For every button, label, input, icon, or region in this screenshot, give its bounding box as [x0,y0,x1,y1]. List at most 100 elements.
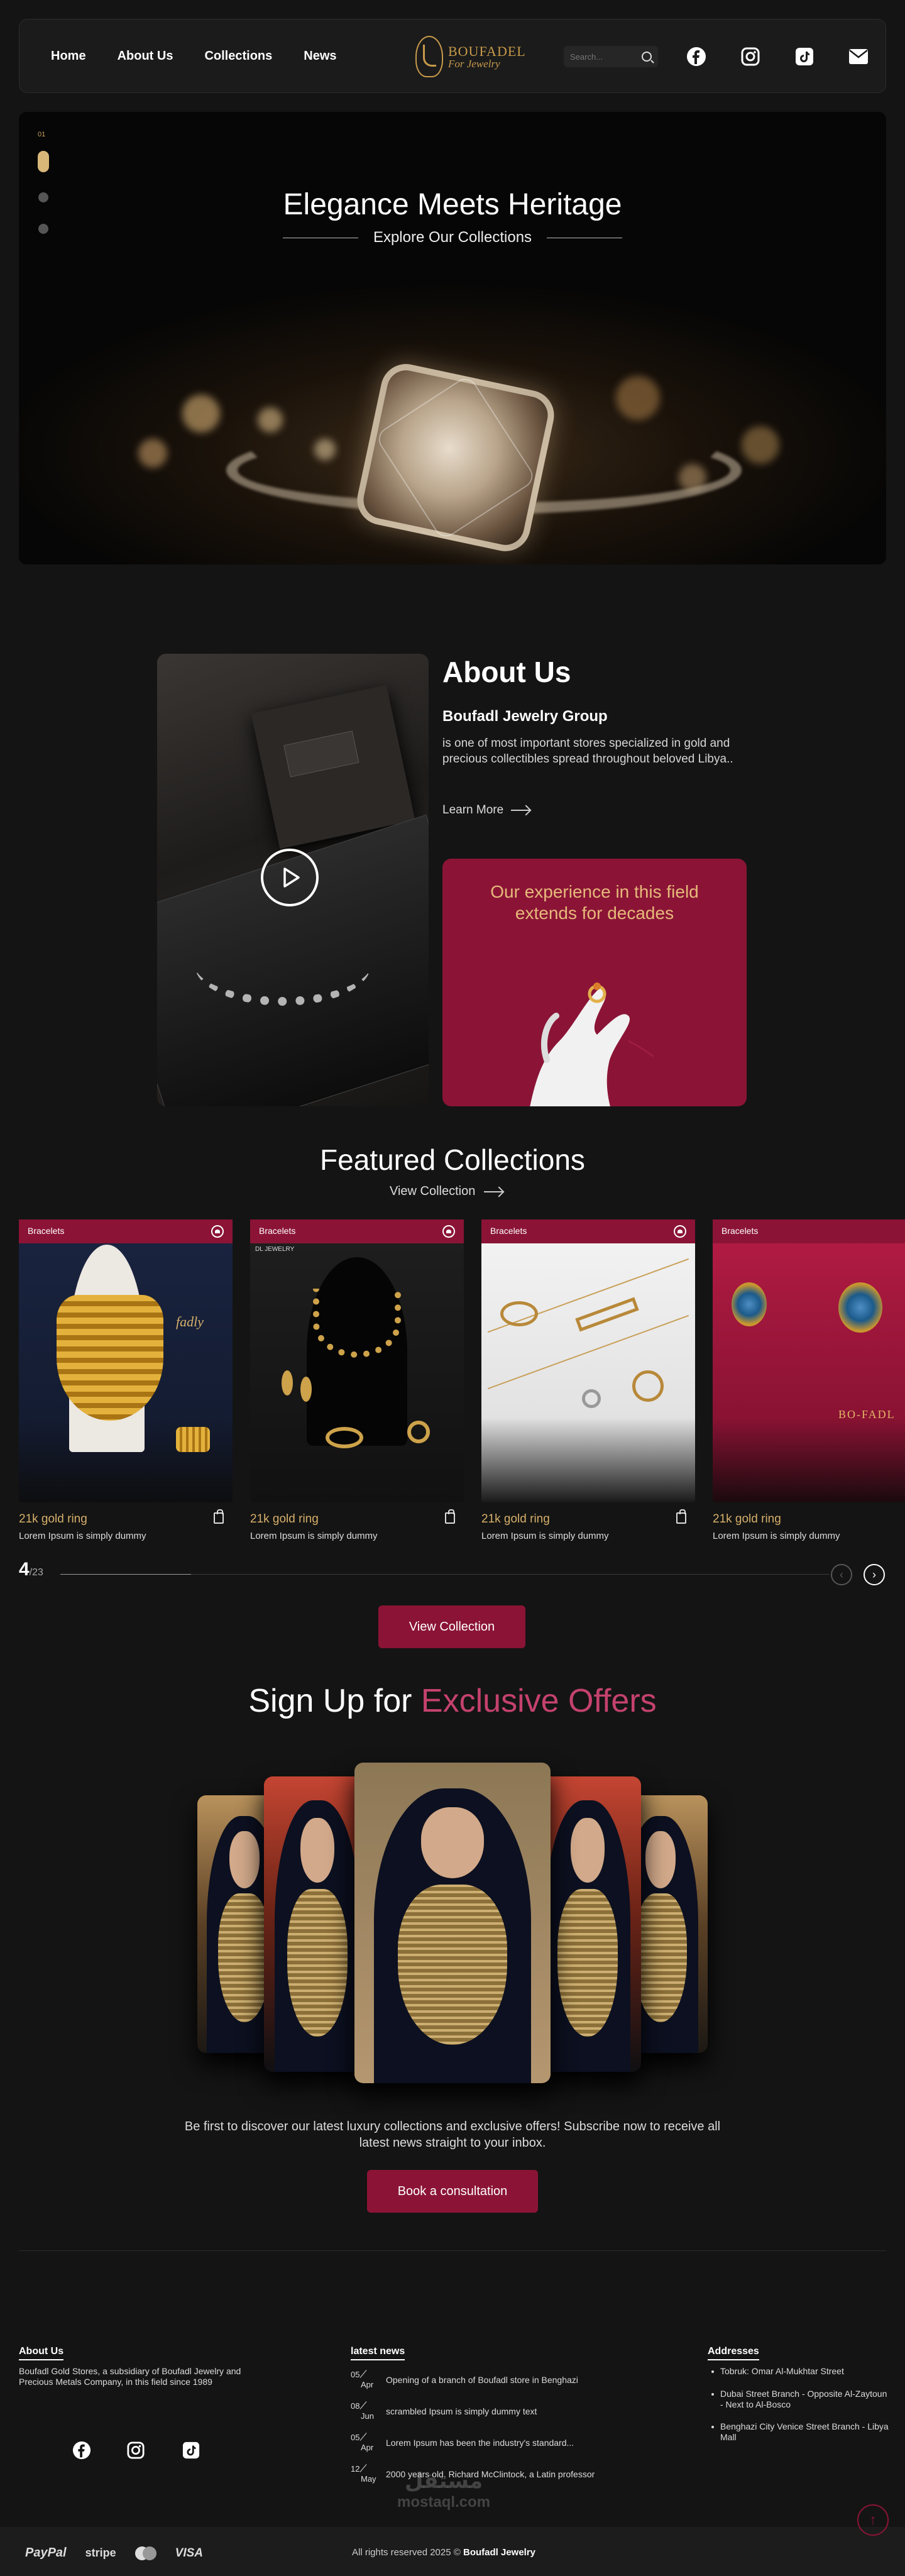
search-input[interactable] [570,52,633,62]
collection-card[interactable]: DL JEWELRY Bracelets 21k gold ring Lorem… [250,1219,464,1546]
card-tag: Bracelets [481,1219,695,1243]
collection-card[interactable]: fadly Bracelets 21k gold ring Lorem Ipsu… [19,1219,233,1546]
card-brand-label: BO-FADL [838,1408,896,1421]
view-collection-link[interactable]: View Collection [390,1184,503,1199]
news-item[interactable]: 05 Apr Opening of a branch of Boufadl sto… [351,2370,578,2390]
news-month: May [361,2474,376,2484]
card-desc: Lorem Ipsum is simply dummy [713,1531,840,1541]
footer-addresses-heading: Addresses [708,2346,759,2360]
tiktok-icon[interactable] [180,2439,202,2462]
nav-news[interactable]: News [304,49,336,63]
play-icon[interactable] [261,849,319,906]
shopping-bag-icon[interactable] [676,1509,686,1524]
nav-links: Home About Us Collections News [51,49,337,63]
news-day: 08 [351,2401,360,2411]
carousel-prev-button[interactable]: ‹ [831,1564,852,1585]
signup-title-highlight: Exclusive Offers [420,1683,657,1719]
news-text: scrambled Ipsum is simply dummy text [386,2406,537,2416]
news-month: Apr [361,2380,374,2389]
about-title: About Us [442,656,571,688]
footer-news-heading: latest news [351,2346,405,2360]
card-brand-label: DL JEWELRY [255,1246,295,1253]
arrow-right-icon [484,1191,503,1192]
card-desc: Lorem Ipsum is simply dummy [481,1531,609,1541]
favorite-icon[interactable] [674,1225,686,1238]
carousel-next-button[interactable]: › [864,1564,885,1585]
news-day: 12 [351,2464,360,2474]
instagram-icon[interactable] [124,2439,147,2462]
paypal-logo: PayPal [25,2546,67,2560]
facebook-icon[interactable] [70,2439,93,2462]
slide-index: 01 [38,131,46,138]
card-name: 21k gold ring [713,1512,781,1526]
news-text: Opening of a branch of Boufadl store in … [386,2375,578,2385]
nav-collections[interactable]: Collections [204,49,272,63]
card-desc: Lorem Ipsum is simply dummy [250,1531,378,1541]
logo-mark-icon [415,36,443,77]
hero-title: Elegance Meets Heritage [283,188,622,221]
instagram-icon[interactable] [738,45,762,69]
news-text: Lorem Ipsum has been the industry's stan… [386,2438,574,2448]
card-name: 21k gold ring [19,1512,87,1526]
signup-title: Sign Up for Exclusive Offers [0,1682,905,1720]
footer-about-text: Boufadl Gold Stores, a subsidiary of Bou… [19,2366,241,2387]
nav-socials [684,45,870,69]
nav-about[interactable]: About Us [118,49,173,63]
news-item[interactable]: 05 Apr Lorem Ipsum has been the industry'… [351,2433,574,2453]
brand-logo[interactable]: BOUFADEL For Jewelry [415,33,529,80]
experience-card: Our experience in this field extends for… [442,859,747,1106]
address-item: Dubai Street Branch - Opposite Al-Zaytou… [708,2389,890,2410]
address-item: Tobruk: Omar Al-Mukhtar Street [708,2366,890,2377]
view-collection-label: View Collection [390,1184,476,1198]
tiktok-icon[interactable] [793,45,816,69]
slide-dot-active[interactable] [38,151,49,172]
carousel-pager: 4 /23 [19,1559,43,1580]
learn-more-link[interactable]: Learn More [442,803,530,817]
necklace-image [195,924,371,1006]
nav-home[interactable]: Home [51,49,86,63]
model-photo-featured [354,1763,551,2083]
collection-card[interactable]: BO-FADL Bracelets 21k gold ring Lorem Ip… [713,1219,905,1546]
collection-card[interactable]: Bracelets 21k gold ring Lorem Ipsum is s… [481,1219,695,1546]
shopping-bag-icon[interactable] [445,1509,455,1524]
carousel-progress [60,1574,830,1575]
facebook-icon[interactable] [684,45,708,69]
pager-total: /23 [29,1567,43,1578]
mastercard-icon [134,2546,156,2560]
page: Home About Us Collections News BOUFADEL … [0,0,905,2576]
signup-text: Be first to discover our latest luxury c… [184,2120,721,2150]
pager-current: 4 [19,1559,30,1580]
card-name: 21k gold ring [481,1512,550,1526]
payment-methods: PayPal stripe VISA [25,2546,203,2560]
hero-subtitle[interactable]: Explore Our Collections [19,229,886,246]
visa-logo: VISA [175,2546,203,2560]
search-icon[interactable] [642,52,652,62]
footer-about-heading: About Us [19,2346,64,2360]
learn-more-label: Learn More [442,803,504,817]
footer-divider [19,2250,886,2251]
favorite-icon[interactable] [211,1225,224,1238]
card-tag: Bracelets [250,1219,464,1243]
navbar: Home About Us Collections News BOUFADEL … [19,19,886,93]
arrow-right-icon [511,810,530,811]
logo-line2: For Jewelry [448,57,500,70]
book-consultation-button[interactable]: Book a consultation [367,2170,538,2213]
logo-line1: BOUFADEL [448,43,526,59]
mail-icon[interactable] [847,45,870,69]
shopping-bag-icon[interactable] [214,1509,224,1524]
news-day: 05 [351,2370,360,2379]
about-company: Boufadl Jewelry Group [442,708,608,725]
news-item[interactable]: 08 Jun scrambled Ipsum is simply dummy te… [351,2401,537,2421]
featured-title: Featured Collections [320,1143,585,1176]
view-collection-button[interactable]: View Collection [378,1605,525,1648]
about-video-thumbnail [157,654,429,1106]
scroll-to-top-button[interactable]: ↑ [857,2504,889,2536]
news-month: Apr [361,2443,374,2452]
card-name: 21k gold ring [250,1512,319,1526]
favorite-icon[interactable] [442,1225,455,1238]
ring-gem [353,359,559,556]
stripe-logo: stripe [85,2546,116,2559]
watermark: مستقل mostaql.com [397,2469,491,2511]
address-item: Benghazi City Venice Street Branch - Lib… [708,2421,890,2443]
hand-ring-image [530,983,654,1106]
